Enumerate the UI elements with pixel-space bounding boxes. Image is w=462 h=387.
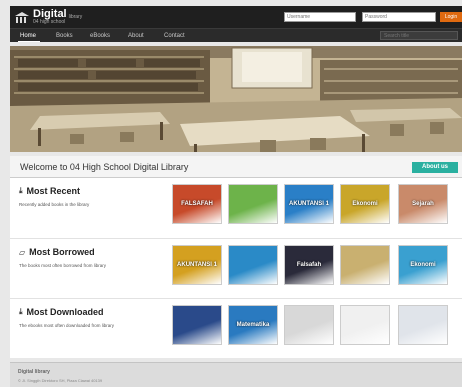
- book-cover[interactable]: [398, 305, 448, 345]
- welcome-bar: Welcome to 04 High School Digital Librar…: [10, 156, 462, 178]
- book-cover-title: Matematika: [236, 321, 270, 328]
- section-most-borrowed: ▱ Most Borrowed The books most often bor…: [10, 238, 462, 298]
- book-cover[interactable]: [228, 245, 278, 285]
- book-cover[interactable]: Ekonomi: [398, 245, 448, 285]
- book-cover[interactable]: Matematika: [228, 305, 278, 345]
- section-title-text: Most Downloaded: [26, 307, 104, 317]
- welcome-heading: Welcome to 04 High School Digital Librar…: [20, 162, 189, 172]
- download-icon: ⤓: [19, 307, 23, 316]
- section-most-recent: ⤓ Most Recent Recently added books in th…: [10, 178, 462, 238]
- nav-contact[interactable]: Contact: [164, 29, 185, 43]
- about-us-button[interactable]: About us: [412, 162, 458, 173]
- book-cover-title: Sejarah: [412, 200, 434, 207]
- book-cover-title: Ekonomi: [352, 200, 378, 207]
- book-cover[interactable]: FALSAFAH: [172, 184, 222, 224]
- open-book-icon: ▱: [19, 247, 26, 257]
- search-input[interactable]: [380, 31, 458, 40]
- book-cover[interactable]: Falsafah: [284, 245, 334, 285]
- book-cover[interactable]: [172, 305, 222, 345]
- site-footer: Digital library © Jl. Singgih Direktoro …: [10, 362, 462, 387]
- main-nav: Home Books eBooks About Contact: [10, 28, 462, 42]
- section-description: The ebooks most often downloaded from li…: [19, 323, 115, 328]
- book-cover-title: AKUNTANSI 1: [177, 261, 217, 268]
- logo-subtitle-bottom: 04 high school: [33, 19, 66, 25]
- download-icon: ⤓: [19, 186, 23, 195]
- nav-about[interactable]: About: [128, 29, 144, 43]
- login-button[interactable]: Login: [440, 12, 462, 22]
- hero-library-photo: [10, 46, 462, 152]
- book-cover[interactable]: AKUNTANSI 1: [172, 245, 222, 285]
- book-cover-title: Ekonomi: [410, 261, 436, 268]
- section-title-text: Most Recent: [26, 186, 81, 196]
- footer-address: © Jl. Singgih Direktoro SH, Plaza Ciawai…: [18, 378, 103, 383]
- book-cover-title: FALSAFAH: [181, 200, 213, 207]
- book-cover-title: AKUNTANSI 1: [289, 200, 329, 207]
- section-title: ⤓ Most Recent: [19, 186, 80, 196]
- section-description: The books most often borrowed from libra…: [19, 263, 107, 268]
- book-cover[interactable]: Sejarah: [398, 184, 448, 224]
- site-logo[interactable]: Digital library 04 high school: [15, 9, 82, 25]
- book-cover[interactable]: Ekonomi: [340, 184, 390, 224]
- book-cover[interactable]: [228, 184, 278, 224]
- section-title-text: Most Borrowed: [29, 247, 95, 257]
- section-most-downloaded: ⤓ Most Downloaded The ebooks most often …: [10, 298, 462, 358]
- section-title: ▱ Most Borrowed: [19, 247, 95, 257]
- active-nav-indicator: [18, 41, 40, 42]
- library-building-icon: [15, 11, 29, 23]
- username-input[interactable]: [284, 12, 356, 22]
- book-cover[interactable]: [340, 245, 390, 285]
- section-description: Recently added books in the library: [19, 202, 90, 207]
- book-cover[interactable]: AKUNTANSI 1: [284, 184, 334, 224]
- nav-books[interactable]: Books: [56, 29, 73, 43]
- nav-ebooks[interactable]: eBooks: [90, 29, 110, 43]
- footer-title: Digital library: [18, 369, 50, 375]
- book-cover[interactable]: [340, 305, 390, 345]
- book-cover[interactable]: [284, 305, 334, 345]
- section-title: ⤓ Most Downloaded: [19, 307, 104, 317]
- password-input[interactable]: [362, 12, 436, 22]
- top-bar: Digital library 04 high school Login: [10, 6, 462, 28]
- book-cover-title: Falsafah: [296, 261, 322, 268]
- book-sections: ⤓ Most Recent Recently added books in th…: [10, 178, 462, 358]
